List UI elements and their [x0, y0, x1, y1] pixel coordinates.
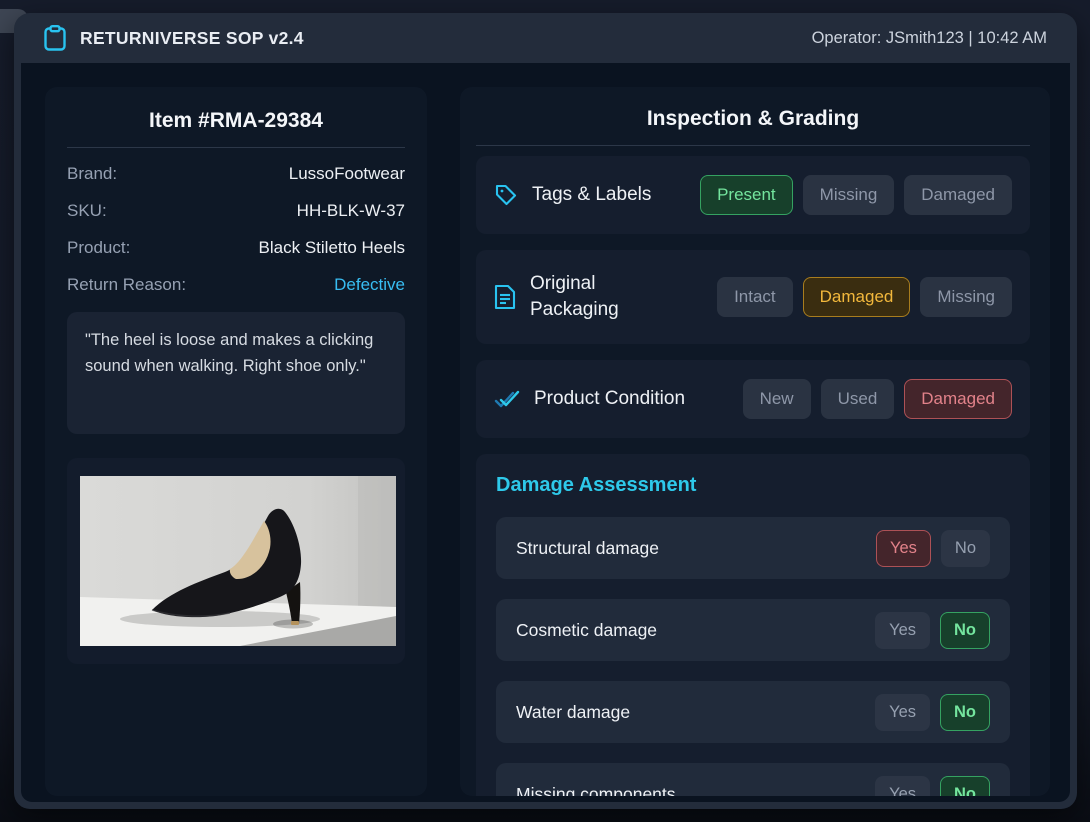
option-damaged-button[interactable]: Damaged — [904, 379, 1012, 419]
damage-label: Missing components — [516, 784, 676, 797]
inspection-panel: Inspection & Grading Tags & Labels Prese… — [460, 87, 1050, 796]
double-check-icon — [494, 388, 520, 410]
damage-label: Structural damage — [516, 538, 659, 559]
damage-assessment-section: Damage Assessment Structural damage Yes … — [476, 454, 1030, 796]
tag-icon — [494, 183, 518, 207]
field-label: Brand: — [67, 164, 117, 184]
field-row-sku: SKU: HH-BLK-W-37 — [67, 201, 405, 221]
cosmetic-damage-toggle: Yes No — [875, 612, 990, 649]
option-present-button[interactable]: Present — [700, 175, 793, 215]
titlebar: RETURNIVERSE SOP v2.4 Operator: JSmith12… — [14, 13, 1077, 63]
field-label: Return Reason: — [67, 275, 186, 295]
no-button[interactable]: No — [941, 530, 990, 567]
item-panel: Item #RMA-29384 Brand: LussoFootwear SKU… — [45, 87, 427, 796]
clipboard-icon — [44, 25, 66, 51]
water-damage-toggle: Yes No — [875, 694, 990, 731]
customer-note-card: "The heel is loose and makes a clicking … — [67, 312, 405, 434]
tags-labels-options: Present Missing Damaged — [700, 175, 1012, 215]
yes-button[interactable]: Yes — [875, 694, 930, 731]
yes-button[interactable]: Yes — [876, 530, 931, 567]
condition-options: New Used Damaged — [743, 379, 1012, 419]
yes-button[interactable]: Yes — [875, 776, 930, 797]
damage-row-water: Water damage Yes No — [496, 681, 1010, 743]
field-row-brand: Brand: LussoFootwear — [67, 164, 405, 184]
item-panel-divider — [67, 147, 405, 148]
damage-row-missing-components: Missing components Yes No — [496, 763, 1010, 796]
field-value: LussoFootwear — [289, 164, 405, 184]
field-value: HH-BLK-W-37 — [297, 201, 405, 221]
damage-label: Cosmetic damage — [516, 620, 657, 641]
criterion-original-packaging: Original Packaging Intact Damaged Missin… — [476, 250, 1030, 344]
no-button[interactable]: No — [940, 694, 990, 731]
criterion-product-condition: Product Condition New Used Damaged — [476, 360, 1030, 438]
customer-note-text: "The heel is loose and makes a clicking … — [85, 328, 387, 379]
inspection-panel-divider — [476, 145, 1030, 146]
criterion-tags-labels: Tags & Labels Present Missing Damaged — [476, 156, 1030, 234]
no-button[interactable]: No — [940, 612, 990, 649]
damage-label: Water damage — [516, 702, 630, 723]
field-row-product: Product: Black Stiletto Heels — [67, 238, 405, 258]
document-icon — [494, 284, 516, 310]
structural-damage-toggle: Yes No — [876, 530, 990, 567]
field-value-return-reason: Defective — [334, 275, 405, 295]
option-new-button[interactable]: New — [743, 379, 811, 419]
criterion-label: Product Condition — [534, 386, 685, 412]
product-photo — [80, 476, 396, 646]
field-value: Black Stiletto Heels — [259, 238, 405, 258]
option-damaged-button[interactable]: Damaged — [803, 277, 911, 317]
field-label: SKU: — [67, 201, 107, 221]
app-window: RETURNIVERSE SOP v2.4 Operator: JSmith12… — [14, 13, 1077, 809]
yes-button[interactable]: Yes — [875, 612, 930, 649]
packaging-options: Intact Damaged Missing — [717, 277, 1012, 317]
titlebar-left: RETURNIVERSE SOP v2.4 — [44, 25, 304, 51]
option-intact-button[interactable]: Intact — [717, 277, 793, 317]
product-photo-card — [67, 458, 405, 664]
item-panel-title: Item #RMA-29384 — [67, 103, 405, 147]
item-fields: Brand: LussoFootwear SKU: HH-BLK-W-37 Pr… — [67, 164, 405, 295]
field-row-return-reason: Return Reason: Defective — [67, 275, 405, 295]
option-used-button[interactable]: Used — [821, 379, 895, 419]
damage-row-structural: Structural damage Yes No — [496, 517, 1010, 579]
criterion-label: Tags & Labels — [532, 182, 651, 208]
field-label: Product: — [67, 238, 130, 258]
app-title: RETURNIVERSE SOP v2.4 — [80, 28, 304, 49]
content-area: Item #RMA-29384 Brand: LussoFootwear SKU… — [21, 63, 1070, 802]
damage-row-cosmetic: Cosmetic damage Yes No — [496, 599, 1010, 661]
damage-assessment-title: Damage Assessment — [496, 470, 1010, 497]
option-damaged-button[interactable]: Damaged — [904, 175, 1012, 215]
option-missing-button[interactable]: Missing — [803, 175, 895, 215]
no-button[interactable]: No — [940, 776, 990, 797]
option-missing-button[interactable]: Missing — [920, 277, 1012, 317]
operator-info: Operator: JSmith123 | 10:42 AM — [812, 29, 1047, 48]
criterion-label: Original Packaging — [530, 271, 648, 322]
inspection-panel-title: Inspection & Grading — [476, 101, 1030, 145]
missing-components-toggle: Yes No — [875, 776, 990, 797]
